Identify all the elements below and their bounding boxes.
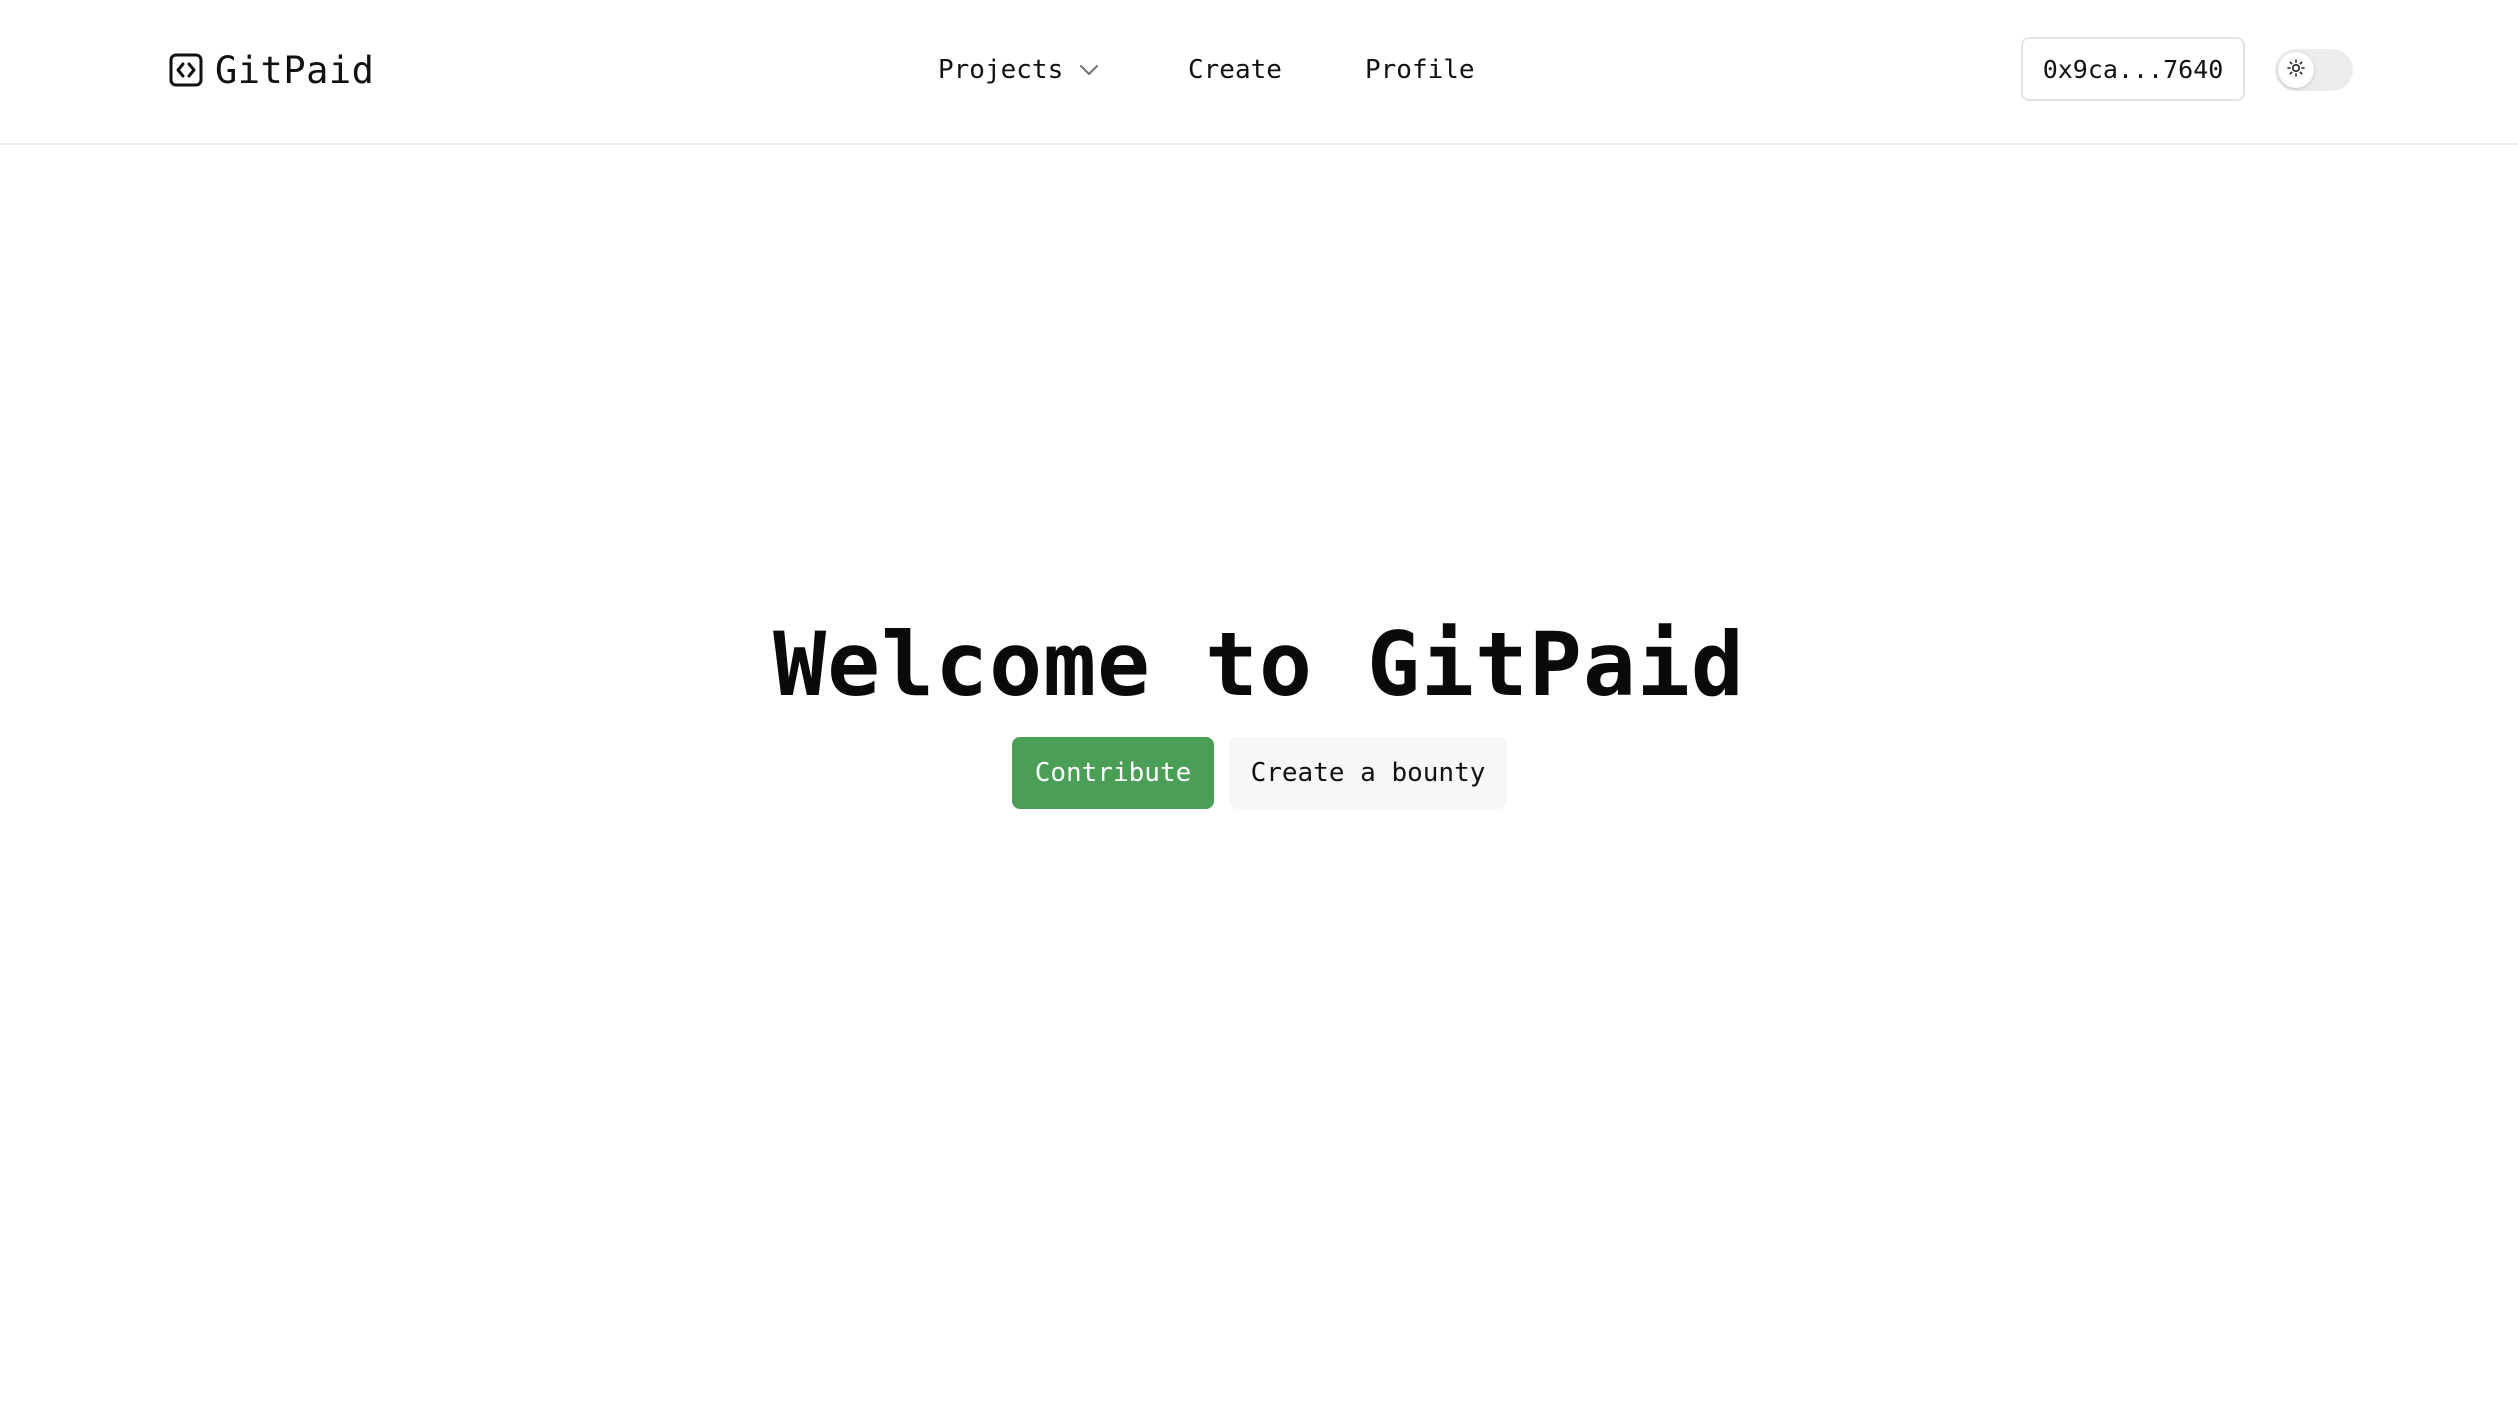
nav-profile-link[interactable]: Profile xyxy=(1365,48,1475,92)
contribute-button[interactable]: Contribute xyxy=(1012,737,1214,809)
code-bracket-icon xyxy=(169,53,203,87)
wallet-address-button[interactable]: 0x9ca...7640 xyxy=(2021,37,2245,101)
top-navbar: GitPaid Projects Create Profile 0x9ca...… xyxy=(0,0,2518,145)
hero-title: Welcome to GitPaid xyxy=(773,613,1745,716)
toggle-knob xyxy=(2278,52,2314,88)
nav-projects-label: Projects xyxy=(938,55,1064,85)
brand-logo-link[interactable]: GitPaid xyxy=(169,48,374,92)
create-bounty-button[interactable]: Create a bounty xyxy=(1229,737,1507,809)
sun-icon xyxy=(2287,59,2305,81)
theme-toggle[interactable] xyxy=(2275,49,2353,91)
chevron-down-icon xyxy=(1079,64,1099,76)
nav-create-link[interactable]: Create xyxy=(1188,48,1282,92)
brand-name: GitPaid xyxy=(215,48,375,92)
nav-projects-dropdown[interactable]: Projects xyxy=(938,48,1099,92)
